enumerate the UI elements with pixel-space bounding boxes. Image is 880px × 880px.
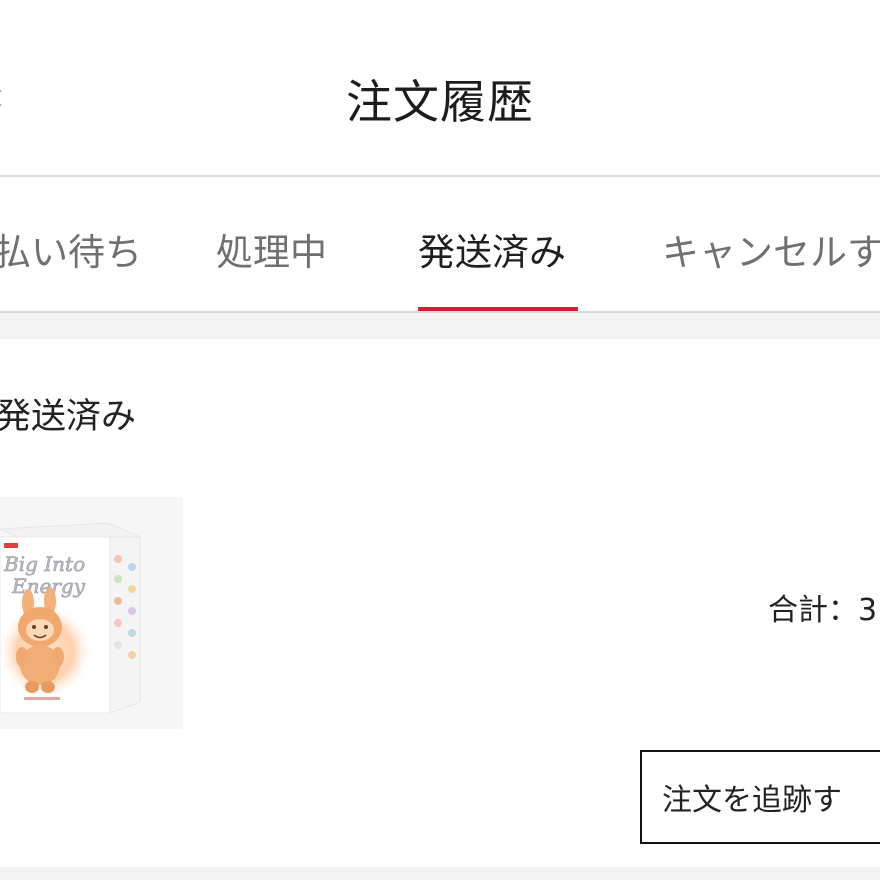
svg-text:Big Into: Big Into [3, 552, 85, 576]
track-order-button[interactable]: 注文を追跡す [640, 750, 880, 844]
tab-processing[interactable]: 処理中 [216, 229, 327, 277]
order-status-tabs: 支払い待ち 処理中 発送済み キャンセルす [0, 177, 880, 313]
tab-shipped[interactable]: 発送済み [418, 229, 566, 277]
tab-awaiting-payment[interactable]: 支払い待ち [0, 229, 142, 277]
product-image[interactable]: Big Into Energy [0, 497, 183, 729]
page-title: 注文履歴 [346, 75, 534, 129]
section-gap-bottom [0, 867, 880, 880]
order-total: 合計：3 [768, 593, 878, 628]
order-card[interactable]: 発送済み Big Into Energy 合計：3 注文を追跡す [0, 339, 880, 867]
order-status: 発送済み [0, 397, 137, 437]
tab-cancelled[interactable]: キャンセルす [662, 229, 880, 277]
section-gap [0, 313, 880, 339]
header: 注文履歴 [0, 0, 880, 176]
order-history-page: 注文履歴 支払い待ち 処理中 発送済み キャンセルす 発送済み [0, 0, 880, 880]
product-box-illustration: Big Into Energy [0, 497, 183, 729]
